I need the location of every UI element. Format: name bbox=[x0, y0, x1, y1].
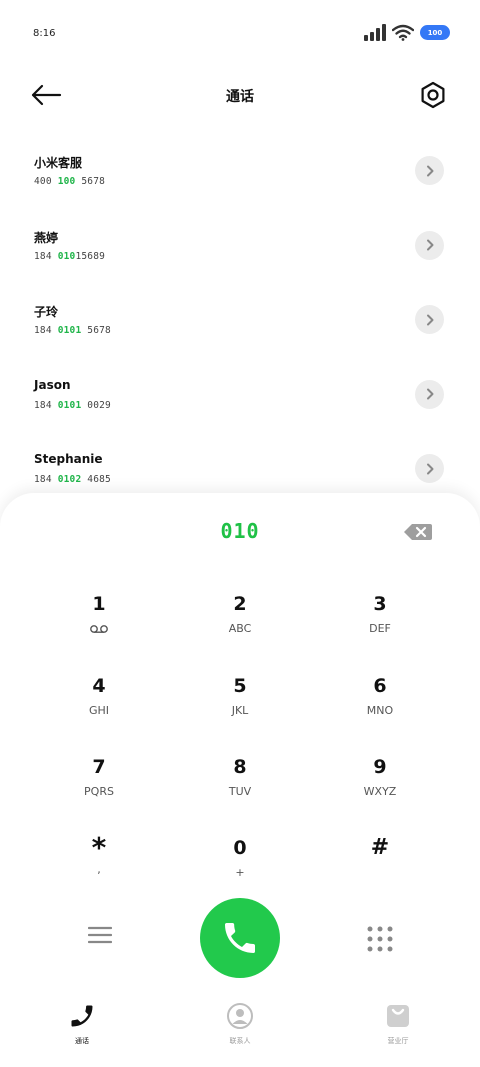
nav-store[interactable]: 营业厅 bbox=[358, 1002, 438, 1046]
key-0[interactable]: 0 + bbox=[190, 835, 290, 905]
key-4[interactable]: 4 GHI bbox=[49, 673, 149, 743]
key-2[interactable]: 2 ABC bbox=[190, 591, 290, 661]
contact-number: 184 0102 4685 bbox=[34, 474, 111, 485]
key-star[interactable]: * , bbox=[49, 831, 149, 905]
nav-label: 联系人 bbox=[229, 1037, 251, 1045]
list-item[interactable]: 子玲 184 0101 5678 bbox=[0, 283, 480, 358]
key-digit: 6 bbox=[373, 675, 387, 697]
contact-number: 184 01015689 bbox=[34, 250, 106, 262]
key-letters: WXYZ bbox=[363, 785, 397, 798]
contact-detail-button[interactable] bbox=[415, 454, 444, 483]
status-icons: 100 bbox=[364, 24, 450, 41]
key-digit: 1 bbox=[92, 593, 106, 615]
menu-icon bbox=[87, 926, 113, 944]
key-digit: 2 bbox=[233, 593, 247, 615]
key-digit: 5 bbox=[233, 675, 247, 697]
key-digit: * bbox=[91, 831, 107, 864]
chevron-right-icon bbox=[426, 463, 433, 474]
key-9[interactable]: 9 WXYZ bbox=[330, 754, 430, 824]
key-digit: 3 bbox=[373, 593, 387, 615]
page-title: 通话 bbox=[226, 89, 254, 105]
contact-name: 小米客服 bbox=[34, 156, 83, 170]
chevron-right-icon bbox=[426, 165, 433, 176]
key-3[interactable]: 3 DEF bbox=[330, 591, 430, 661]
key-1[interactable]: 1 bbox=[49, 591, 149, 661]
chevron-right-icon bbox=[426, 388, 433, 400]
contact-detail-button[interactable] bbox=[415, 305, 444, 334]
key-letters: TUV bbox=[228, 785, 252, 798]
key-letters: ABC bbox=[228, 622, 252, 635]
list-item[interactable]: 燕婷 184 01015689 bbox=[0, 209, 480, 284]
list-item[interactable]: 小米客服 400 100 5678 bbox=[0, 134, 480, 209]
key-digit: # bbox=[370, 835, 390, 860]
nav-label: 通话 bbox=[75, 1037, 89, 1045]
key-digit: 8 bbox=[233, 756, 247, 778]
dialpad-sheet: 010 1 2 ABC 3 DEF 4 GHI 5 JKL 6 MNO 7 PQ… bbox=[0, 493, 480, 1067]
contact-name: Stephanie bbox=[34, 452, 103, 466]
nav-contacts[interactable]: 联系人 bbox=[200, 1002, 280, 1046]
key-5[interactable]: 5 JKL bbox=[190, 673, 290, 743]
contact-name: 燕婷 bbox=[34, 230, 59, 245]
key-letters: + bbox=[235, 866, 245, 879]
contact-number: 400 100 5678 bbox=[34, 176, 106, 187]
chevron-right-icon bbox=[426, 239, 433, 251]
key-letters: PQRS bbox=[84, 785, 114, 798]
key-7[interactable]: 7 PQRS bbox=[49, 754, 149, 824]
gear-icon bbox=[421, 81, 445, 109]
key-digit: 4 bbox=[92, 675, 106, 697]
dialpad-grid-icon bbox=[367, 926, 393, 952]
keypad-toggle-button[interactable] bbox=[366, 925, 394, 953]
contact-list: 小米客服 400 100 5678 燕婷 184 01015689 子玲 184… bbox=[0, 134, 480, 507]
status-bar: 8:16 100 bbox=[0, 0, 480, 66]
key-digit: 9 bbox=[373, 756, 387, 778]
backspace-button[interactable] bbox=[402, 521, 434, 543]
person-icon bbox=[227, 1003, 253, 1029]
key-digit: 7 bbox=[92, 756, 106, 778]
key-digit: 0 bbox=[233, 837, 247, 859]
backspace-icon bbox=[404, 524, 432, 540]
contact-name: 子玲 bbox=[34, 305, 59, 319]
nav-calls[interactable]: 通话 bbox=[42, 1002, 122, 1046]
key-6[interactable]: 6 MNO bbox=[330, 673, 430, 743]
signal-icon bbox=[364, 24, 386, 41]
header: 通话 bbox=[0, 72, 480, 118]
contact-detail-button[interactable] bbox=[415, 379, 444, 409]
key-letters: , bbox=[97, 863, 101, 876]
settings-button[interactable] bbox=[414, 76, 452, 114]
contact-detail-button[interactable] bbox=[415, 230, 444, 260]
key-hash[interactable]: # bbox=[330, 835, 430, 905]
menu-button[interactable] bbox=[87, 925, 113, 945]
wifi-icon bbox=[392, 24, 414, 41]
voicemail-icon bbox=[90, 625, 108, 633]
contact-detail-button[interactable] bbox=[415, 156, 444, 185]
shopping-bag-icon bbox=[387, 1005, 409, 1027]
key-letters: JKL bbox=[231, 704, 249, 717]
key-letters: DEF bbox=[369, 622, 391, 635]
phone-icon bbox=[71, 1005, 93, 1027]
contact-name: Jason bbox=[34, 377, 71, 392]
nav-label: 营业厅 bbox=[387, 1037, 409, 1045]
battery-indicator: 100 bbox=[420, 25, 450, 40]
list-item[interactable]: Jason 184 0101 0029 bbox=[0, 358, 480, 433]
contact-number: 184 0101 5678 bbox=[34, 325, 111, 336]
phone-icon bbox=[225, 923, 255, 953]
key-letters: GHI bbox=[88, 704, 110, 717]
key-8[interactable]: 8 TUV bbox=[190, 754, 290, 824]
chevron-right-icon bbox=[426, 314, 433, 325]
contact-number: 184 0101 0029 bbox=[34, 399, 111, 411]
bottom-nav: 通话 联系人 营业厅 bbox=[0, 994, 480, 1067]
call-button[interactable] bbox=[200, 898, 280, 978]
key-letters: MNO bbox=[366, 704, 394, 717]
status-time: 8:16 bbox=[33, 28, 56, 39]
